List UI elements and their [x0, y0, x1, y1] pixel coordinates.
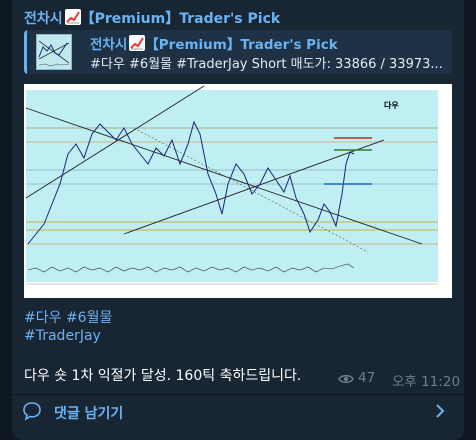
- reply-thumbnail: [36, 34, 72, 70]
- channel-title[interactable]: 전차시 【Premium】Trader's Pick: [24, 8, 280, 28]
- leave-comment-button[interactable]: 댓글 남기기: [12, 395, 464, 431]
- reply-preview[interactable]: 전차시 【Premium】Trader's Pick #다우 #6월물 #Trad…: [24, 30, 452, 74]
- chart-overlay-label: 다우: [384, 100, 399, 110]
- channel-title-suffix: 【Premium】Trader's Pick: [80, 11, 281, 27]
- comment-bubble-icon: [22, 401, 42, 425]
- channel-title-prefix: 전차시: [24, 11, 63, 27]
- hashtags-line-1[interactable]: #다우 #6월물: [24, 307, 112, 327]
- reply-title-prefix: 전차시: [90, 37, 128, 53]
- reply-title-suffix: 【Premium】Trader's Pick: [145, 37, 338, 53]
- chart-screenshot-image[interactable]: 다우: [24, 84, 452, 298]
- eye-icon: [338, 373, 354, 389]
- view-count: 47: [338, 370, 375, 389]
- reply-text: #다우 #6월물 #TraderJay Short 매도가: 33866 / 3…: [90, 57, 443, 72]
- message-time: 오후 11:20: [392, 374, 461, 390]
- reply-accent-bar: [24, 30, 27, 74]
- reply-title: 전차시 【Premium】Trader's Pick: [90, 33, 338, 53]
- chart-increasing-icon: [129, 35, 146, 51]
- message-text: 다우 숏 1차 익절가 달성. 160틱 축하드립니다.: [24, 368, 302, 384]
- leave-comment-label: 댓글 남기기: [54, 406, 124, 422]
- view-count-value: 47: [358, 370, 376, 386]
- hashtags-line-2[interactable]: #TraderJay: [24, 328, 101, 344]
- message-bubble: 전차시 【Premium】Trader's Pick 전차시 【Premium】Tr…: [12, 0, 464, 440]
- chevron-right-icon: [434, 403, 446, 423]
- chart-increasing-icon: [64, 9, 81, 25]
